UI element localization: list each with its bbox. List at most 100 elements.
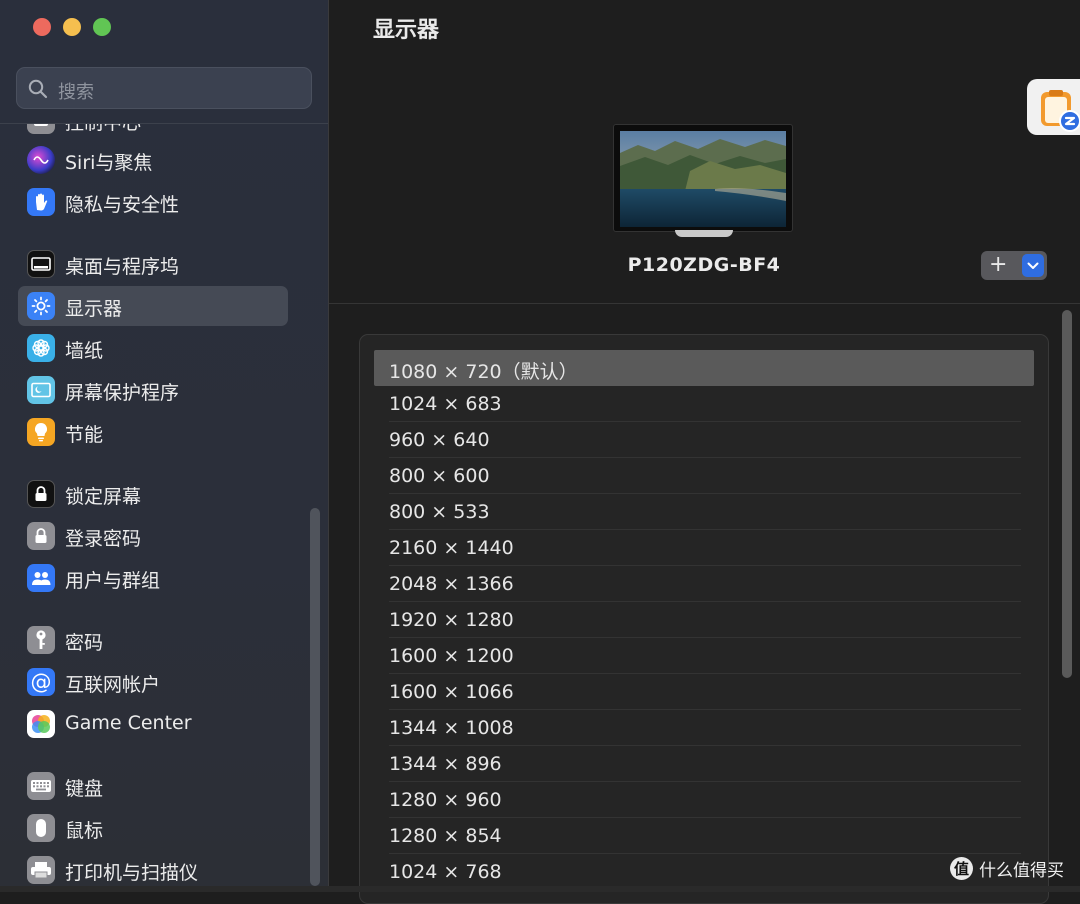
resolution-label: 1280 × 960 — [389, 789, 502, 811]
clipboard-icon — [1041, 90, 1080, 132]
window-controls — [33, 18, 111, 36]
display-name: P120ZDG-BF4 — [627, 254, 781, 276]
sidebar-item-label: 互联网帐户 — [65, 674, 161, 696]
sidebar-item-label: 登录密码 — [65, 528, 142, 550]
add-display-button[interactable]: + — [981, 251, 1047, 280]
resolution-label: 1080 × 720（默认） — [389, 361, 578, 383]
resolution-option[interactable]: 1344 × 1008 — [374, 710, 1020, 746]
resolution-option[interactable]: 800 × 533 — [374, 494, 1020, 530]
sidebar-item-keyboard[interactable]: 键盘 — [18, 766, 288, 806]
sidebar-item-label: 鼠标 — [65, 820, 104, 842]
resolution-option[interactable]: 1280 × 960 — [374, 782, 1020, 818]
bottom-edge — [0, 886, 1080, 892]
sidebar-item-wallpaper[interactable]: 墙纸 — [18, 328, 288, 368]
sidebar: 搜索 控制中心 Siri与聚焦 隐私与安全性 桌面与程序坞 — [0, 0, 329, 892]
mouse-icon — [27, 814, 55, 842]
keyboard-icon — [27, 772, 55, 800]
resolution-option[interactable]: 800 × 600 — [374, 458, 1020, 494]
resolution-option[interactable]: 1344 × 896 — [374, 746, 1020, 782]
sidebar-item-label: 键盘 — [65, 778, 104, 800]
sidebar-item-label: 墙纸 — [65, 340, 104, 362]
sidebar-item-displays[interactable]: 显示器 — [18, 286, 288, 326]
resolution-label: 1600 × 1200 — [389, 645, 514, 667]
sidebar-item-printers[interactable]: 打印机与扫描仪 — [18, 850, 288, 890]
control-center-icon — [27, 124, 55, 134]
monitor-stand — [675, 230, 733, 237]
resolution-label: 1600 × 1066 — [389, 681, 514, 703]
sidebar-item-privacy[interactable]: 隐私与安全性 — [18, 182, 288, 222]
sidebar-item-passwords[interactable]: 密码 — [18, 620, 288, 660]
lightbulb-icon — [27, 418, 55, 446]
sidebar-item-game-center[interactable]: Game Center — [18, 704, 288, 744]
search-input[interactable]: 搜索 — [16, 67, 312, 109]
resolution-option[interactable]: 1024 × 683 — [374, 386, 1020, 422]
resolution-label: 2048 × 1366 — [389, 573, 514, 595]
sidebar-item-internet-accounts[interactable]: @ 互联网帐户 — [18, 662, 288, 702]
hand-icon — [27, 188, 55, 216]
sidebar-item-label: 屏幕保护程序 — [65, 382, 180, 404]
sidebar-item-label: 显示器 — [65, 298, 123, 320]
resolution-option[interactable]: 1280 × 854 — [374, 818, 1020, 854]
display-thumbnail[interactable] — [613, 124, 793, 238]
resolution-option[interactable]: 1920 × 1280 — [374, 602, 1020, 638]
sidebar-item-mouse[interactable]: 鼠标 — [18, 808, 288, 848]
resolution-option[interactable]: 960 × 640 — [374, 422, 1020, 458]
key-icon — [27, 626, 55, 654]
resolution-label: 1344 × 896 — [389, 753, 502, 775]
sidebar-item-label: 节能 — [65, 424, 104, 446]
resolution-label: 1024 × 683 — [389, 393, 502, 415]
resolution-list: 1080 × 720（默认） 1024 × 683 960 × 640 800 … — [359, 334, 1049, 904]
sidebar-item-users-groups[interactable]: 用户与群组 — [18, 558, 288, 598]
flower-icon — [27, 334, 55, 362]
sun-icon — [27, 292, 55, 320]
screensaver-icon — [27, 376, 55, 404]
search-icon — [28, 79, 48, 99]
minimize-button[interactable] — [63, 18, 81, 36]
monitor-bezel — [613, 124, 793, 232]
sidebar-item-label: Game Center — [65, 712, 192, 734]
chevron-down-icon[interactable] — [1022, 254, 1044, 277]
sidebar-item-lock-screen[interactable]: 锁定屏幕 — [18, 474, 288, 514]
main-pane: 显示器 P120ZDG-BF4 + 1080 × 720（默认） 1024 × … — [329, 0, 1080, 904]
sidebar-item-siri[interactable]: Siri与聚焦 — [18, 140, 288, 180]
resolution-option-selected[interactable]: 1080 × 720（默认） — [374, 350, 1034, 386]
sidebar-scrollbar[interactable] — [310, 508, 320, 886]
printer-icon — [27, 856, 55, 884]
sidebar-item-login-password[interactable]: 登录密码 — [18, 516, 288, 556]
floating-clipboard-widget[interactable] — [1027, 79, 1080, 135]
siri-icon — [27, 146, 55, 174]
wallpaper-preview — [620, 131, 786, 227]
resolution-label: 1024 × 768 — [389, 861, 502, 883]
resolution-option[interactable]: 2160 × 1440 — [374, 530, 1020, 566]
resolution-label: 1280 × 854 — [389, 825, 502, 847]
sidebar-item-label: 桌面与程序坞 — [65, 256, 180, 278]
sidebar-item-label: 打印机与扫描仪 — [65, 862, 199, 884]
users-icon — [27, 564, 55, 592]
sidebar-item-label: Siri与聚焦 — [65, 152, 153, 174]
resolution-option[interactable]: 1024 × 768 — [374, 854, 1020, 890]
resolution-label: 1344 × 1008 — [389, 717, 514, 739]
sidebar-item-desktop-dock[interactable]: 桌面与程序坞 — [18, 244, 288, 284]
resolution-option[interactable]: 2048 × 1366 — [374, 566, 1020, 602]
watermark-logo: 值 — [950, 857, 973, 880]
sidebar-item-label: 用户与群组 — [65, 570, 161, 592]
sidebar-item-control-center[interactable]: 控制中心 — [18, 124, 288, 140]
sidebar-item-label: 隐私与安全性 — [65, 194, 180, 216]
sidebar-item-screensaver[interactable]: 屏幕保护程序 — [18, 370, 288, 410]
lock-screen-icon — [27, 480, 55, 508]
resolution-scrollbar[interactable] — [1062, 310, 1072, 678]
section-divider — [329, 303, 1080, 304]
page-title: 显示器 — [373, 18, 440, 43]
dock-icon — [27, 250, 55, 278]
resolution-label: 1920 × 1280 — [389, 609, 514, 631]
search-placeholder: 搜索 — [58, 82, 94, 103]
zoom-button[interactable] — [93, 18, 111, 36]
game-center-icon — [27, 710, 55, 738]
resolution-label: 960 × 640 — [389, 429, 490, 451]
resolution-label: 2160 × 1440 — [389, 537, 514, 559]
sidebar-item-energy[interactable]: 节能 — [18, 412, 288, 452]
close-button[interactable] — [33, 18, 51, 36]
resolution-option[interactable]: 1600 × 1200 — [374, 638, 1020, 674]
resolution-option[interactable]: 1600 × 1066 — [374, 674, 1020, 710]
sidebar-item-label: 密码 — [65, 632, 104, 654]
